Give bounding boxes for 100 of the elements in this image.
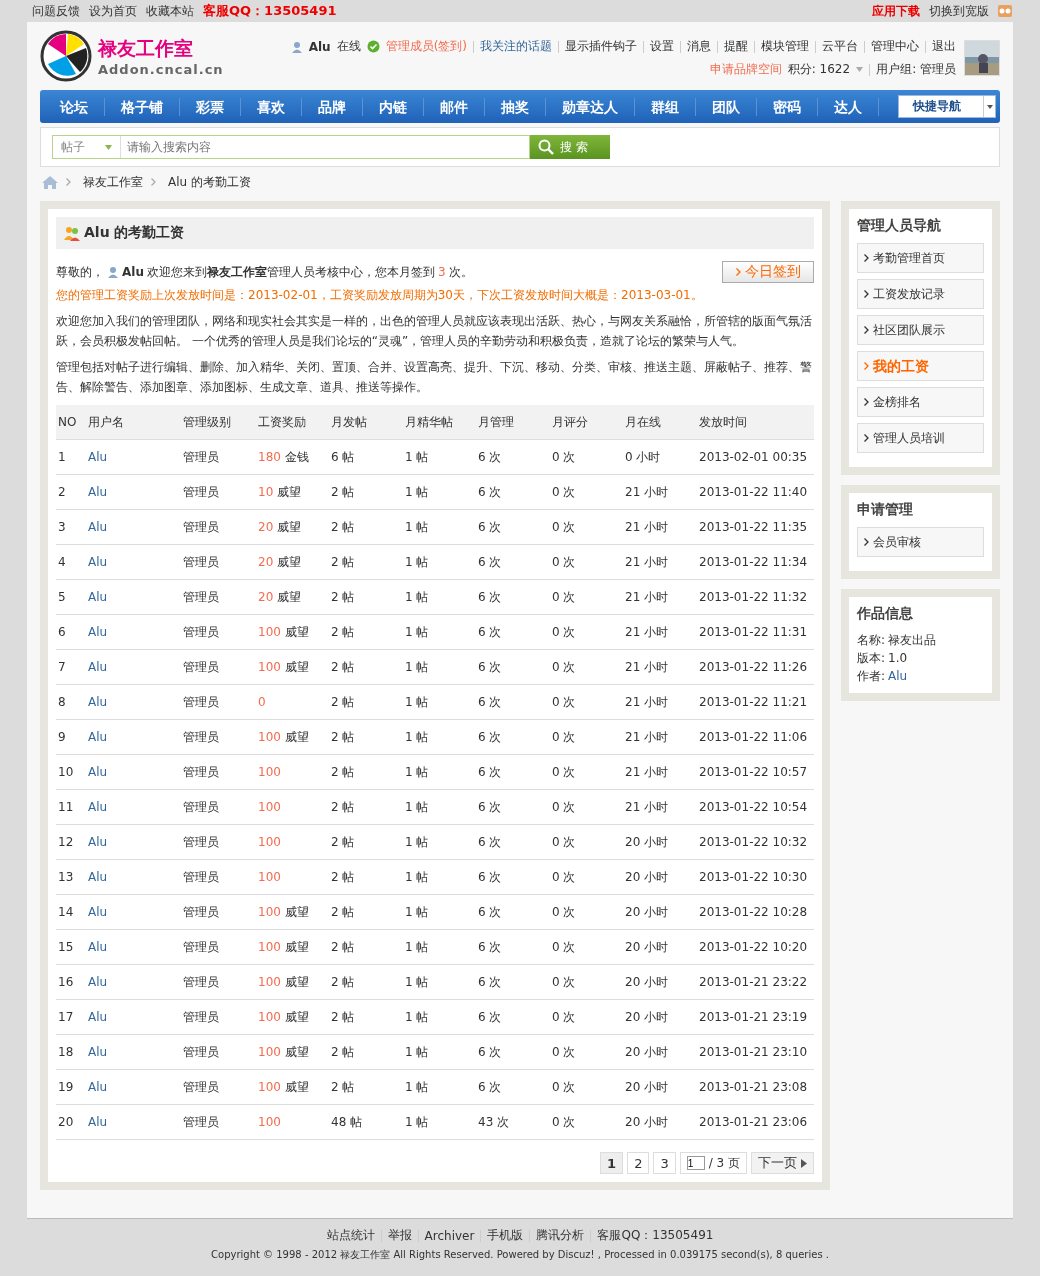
header-link[interactable]: 提醒: [724, 38, 748, 55]
table-cell-text: 6 次: [478, 588, 503, 606]
sidebar-item[interactable]: 会员审核: [857, 527, 984, 557]
nav-item[interactable]: 抽奖: [485, 97, 546, 116]
table-cell-text: 管理员: [183, 1113, 220, 1131]
table-cell-text: 6 次: [478, 483, 503, 501]
user-link[interactable]: Alu: [88, 765, 183, 779]
user-link[interactable]: Alu: [88, 730, 183, 744]
top-link[interactable]: 收藏本站: [146, 2, 194, 20]
page-button[interactable]: 3: [653, 1152, 676, 1174]
top-link[interactable]: 设为首页: [89, 2, 137, 20]
header-link[interactable]: 退出: [932, 38, 956, 55]
points-dropdown[interactable]: 积分: 1622: [787, 61, 851, 78]
wide-switch-link[interactable]: 切换到宽版: [929, 2, 989, 20]
sidebar-item[interactable]: 管理人员培训: [857, 423, 984, 453]
table-cell-text: 2013-01-22 11:32: [699, 590, 809, 604]
nav-item[interactable]: 内链: [363, 97, 424, 116]
greeting-suffix: 次。: [448, 263, 473, 281]
chevron-icon: [864, 290, 869, 298]
footer-link[interactable]: Archiver: [424, 1228, 475, 1243]
breadcrumb-link[interactable]: Alu 的考勤工资: [168, 173, 251, 191]
table-cell-text: 1 帖: [405, 1008, 430, 1026]
header-link[interactable]: 云平台: [822, 38, 858, 55]
nav-item[interactable]: 邮件: [424, 97, 485, 116]
sidebar-item[interactable]: 社区团队展示: [857, 315, 984, 345]
username[interactable]: Alu: [308, 39, 331, 54]
header-link[interactable]: 消息: [687, 38, 711, 55]
footer-link[interactable]: 举报: [387, 1227, 412, 1244]
nav-item[interactable]: 密码: [757, 97, 818, 116]
table-cell-text: 0 次: [552, 553, 577, 571]
table-cell-text: 0 次: [552, 728, 577, 746]
nav-item[interactable]: 团队: [696, 97, 757, 116]
nav-item[interactable]: 品牌: [302, 97, 363, 116]
nav-item[interactable]: 勋章达人: [546, 97, 635, 116]
user-link[interactable]: Alu: [88, 660, 183, 674]
header-link[interactable]: 显示插件钩子: [565, 38, 637, 55]
user-link[interactable]: Alu: [88, 1080, 183, 1094]
user-link[interactable]: Alu: [88, 870, 183, 884]
table-cell-text: 14: [58, 905, 75, 919]
sidebar-item[interactable]: 金榜排名: [857, 387, 984, 417]
user-link[interactable]: Alu: [88, 1115, 183, 1129]
user-link[interactable]: Alu: [88, 1010, 183, 1024]
table-cell-text: 管理员: [183, 448, 220, 466]
app-download-link[interactable]: 应用下载: [872, 2, 920, 20]
table-cell-text: 管理员: [183, 868, 220, 886]
search-box[interactable]: 帖子 请输入搜索内容: [52, 135, 530, 159]
table-cell-text: 2 帖: [331, 938, 356, 956]
breadcrumb-link[interactable]: 禄友工作室: [83, 173, 143, 191]
home-icon[interactable]: [42, 175, 58, 189]
user-link[interactable]: Alu: [88, 1045, 183, 1059]
user-link[interactable]: Alu: [88, 800, 183, 814]
info-label: 作者:: [857, 668, 886, 685]
table-cell-text: 20 小时: [625, 903, 670, 921]
sidebar-item[interactable]: 工资发放记录: [857, 279, 984, 309]
table-cell-text: 2013-01-22 10:57: [699, 765, 809, 779]
page-total: / 3 页: [708, 1154, 740, 1172]
header-link[interactable]: 模块管理: [761, 38, 809, 55]
table-cell-text: 0 次: [552, 658, 577, 676]
next-page-button[interactable]: 下一页: [751, 1152, 814, 1174]
footer-link[interactable]: 腾讯分析: [536, 1227, 585, 1244]
user-link[interactable]: Alu: [88, 835, 183, 849]
nav-item[interactable]: 论坛: [44, 97, 105, 116]
user-link[interactable]: Alu: [88, 940, 183, 954]
quick-nav-button[interactable]: 快捷导航: [898, 95, 996, 118]
salary-notice: 您的管理工资奖励上次发放时间是：2013-02-01，工资奖励发放周期为30天，下次工资发放时间大概是：2013-03-01。: [56, 287, 704, 304]
nav-item[interactable]: 达人: [818, 97, 879, 116]
greeting-username[interactable]: Alu: [122, 265, 144, 279]
nav-item[interactable]: 彩票: [180, 97, 241, 116]
table-cell-text: 19: [58, 1080, 75, 1094]
caret-icon: [105, 144, 112, 150]
page-input[interactable]: 1: [686, 1156, 705, 1170]
user-group: 用户组: 管理员: [876, 61, 956, 78]
nav-item[interactable]: 喜欢: [241, 97, 302, 116]
top-link[interactable]: 问题反馈: [32, 2, 80, 20]
info-link[interactable]: Alu: [888, 667, 908, 685]
table-cell-text: 0 次: [552, 623, 577, 641]
user-link[interactable]: Alu: [88, 555, 183, 569]
table-cell-text: 管理员: [183, 833, 220, 851]
page-button[interactable]: 2: [627, 1152, 650, 1174]
search-button[interactable]: 搜 索: [530, 135, 610, 159]
table-cell-text: 5: [58, 590, 67, 604]
user-link[interactable]: Alu: [88, 590, 183, 604]
footer-link[interactable]: 站点统计: [326, 1227, 375, 1244]
followed-topics-link[interactable]: 我关注的话题: [480, 38, 552, 55]
user-link[interactable]: Alu: [88, 485, 183, 499]
user-link[interactable]: Alu: [88, 975, 183, 989]
header-link[interactable]: 管理中心: [871, 38, 919, 55]
footer-link[interactable]: 手机版: [487, 1227, 524, 1244]
user-link[interactable]: Alu: [88, 520, 183, 534]
user-link[interactable]: Alu: [88, 625, 183, 639]
nav-item[interactable]: 群组: [635, 97, 696, 116]
header-link[interactable]: 设置: [650, 38, 674, 55]
sidebar-item[interactable]: 考勤管理首页: [857, 243, 984, 273]
footer-link[interactable]: 客服QQ：13505491: [597, 1227, 714, 1244]
sidebar-title: 作品信息: [857, 605, 914, 623]
user-link[interactable]: Alu: [88, 450, 183, 464]
page-button[interactable]: 1: [600, 1152, 624, 1174]
user-link[interactable]: Alu: [88, 905, 183, 919]
nav-item[interactable]: 格子铺: [105, 97, 180, 116]
user-link[interactable]: Alu: [88, 695, 183, 709]
